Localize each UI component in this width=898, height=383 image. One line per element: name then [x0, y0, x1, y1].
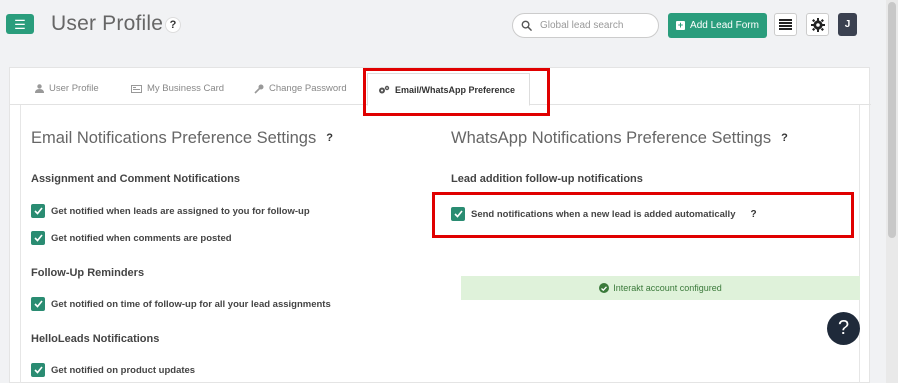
checkbox-comments[interactable] — [31, 231, 45, 245]
tab-email-whatsapp-label: Email/WhatsApp Preference — [395, 84, 516, 95]
check-row-new-lead[interactable]: Send notifications when a new lead is ad… — [451, 207, 757, 221]
page-title: User Profile — [51, 12, 164, 35]
check-icon — [33, 207, 43, 215]
id-card-icon — [131, 84, 142, 93]
check-row-assigned[interactable]: Get notified when leads are assigned to … — [31, 204, 310, 218]
interakt-status-text: Interakt account configured — [613, 283, 722, 293]
settings-button[interactable] — [806, 13, 829, 36]
email-section-title: Email Notifications Preference Settings? — [31, 129, 333, 148]
scrollbar-thumb[interactable] — [888, 2, 896, 238]
global-search[interactable] — [512, 13, 659, 38]
search-icon — [521, 20, 532, 31]
check-icon — [33, 300, 43, 308]
new-lead-help-icon[interactable]: ? — [750, 209, 756, 220]
check-label-followup: Get notified on time of follow-up for al… — [51, 298, 331, 310]
assignment-heading: Assignment and Comment Notifications — [31, 173, 241, 185]
check-label-comments: Get notified when comments are posted — [51, 232, 232, 244]
lead-addition-heading: Lead addition follow-up notifications — [451, 173, 643, 185]
preference-panel: Email Notifications Preference Settings?… — [20, 105, 860, 383]
gears-icon — [379, 85, 390, 93]
check-row-comments[interactable]: Get notified when comments are posted — [31, 231, 232, 245]
helloleads-heading: HelloLeads Notifications — [31, 333, 160, 345]
check-label-new-lead: Send notifications when a new lead is ad… — [471, 208, 736, 220]
check-icon — [453, 210, 463, 218]
hamburger-icon: ☰ — [14, 16, 26, 32]
tab-email-whatsapp-preference[interactable]: Email/WhatsApp Preference — [367, 73, 530, 106]
user-icon — [35, 84, 44, 93]
tab-user-profile-label: User Profile — [49, 83, 99, 94]
gear-icon — [810, 17, 825, 32]
add-lead-form-label: Add Lead Form — [690, 20, 759, 31]
tab-user-profile[interactable]: User Profile — [35, 83, 99, 94]
list-icon — [779, 19, 792, 30]
followup-heading: Follow-Up Reminders — [31, 267, 145, 279]
check-icon — [33, 234, 43, 242]
tab-my-business-card-label: My Business Card — [147, 83, 225, 94]
check-icon — [33, 366, 43, 374]
check-row-followup[interactable]: Get notified on time of follow-up for al… — [31, 297, 331, 311]
help-chat-button[interactable]: ? — [827, 312, 860, 345]
check-row-product-updates[interactable]: Get notified on product updates — [31, 363, 195, 377]
search-input[interactable] — [540, 20, 650, 31]
list-view-button[interactable] — [774, 13, 797, 36]
email-help-icon[interactable]: ? — [326, 132, 333, 144]
plus-icon: + — [676, 20, 686, 30]
whatsapp-section-title-text: WhatsApp Notifications Preference Settin… — [451, 129, 772, 147]
profile-card: User Profile My Business Card Change Pas… — [9, 67, 871, 383]
tab-change-password-label: Change Password — [269, 83, 347, 94]
tab-my-business-card[interactable]: My Business Card — [131, 83, 224, 94]
tab-change-password[interactable]: Change Password — [254, 83, 347, 94]
whatsapp-help-icon[interactable]: ? — [781, 132, 788, 144]
checkbox-new-lead[interactable] — [451, 207, 465, 221]
check-circle-icon — [599, 283, 610, 293]
check-label-product-updates: Get notified on product updates — [51, 364, 196, 376]
user-avatar[interactable]: J — [838, 13, 857, 36]
key-icon — [254, 84, 264, 94]
whatsapp-section-title: WhatsApp Notifications Preference Settin… — [451, 129, 788, 148]
menu-button[interactable]: ☰ — [6, 14, 34, 34]
interakt-status-banner: Interakt account configured — [461, 276, 860, 300]
check-label-assigned: Get notified when leads are assigned to … — [51, 205, 310, 217]
checkbox-followup[interactable] — [31, 297, 45, 311]
email-section-title-text: Email Notifications Preference Settings — [31, 129, 317, 147]
add-lead-form-button[interactable]: + Add Lead Form — [668, 13, 767, 38]
title-help-icon[interactable]: ? — [165, 17, 181, 33]
tab-bar: User Profile My Business Card Change Pas… — [10, 68, 871, 106]
checkbox-product-updates[interactable] — [31, 363, 45, 377]
checkbox-assigned[interactable] — [31, 204, 45, 218]
